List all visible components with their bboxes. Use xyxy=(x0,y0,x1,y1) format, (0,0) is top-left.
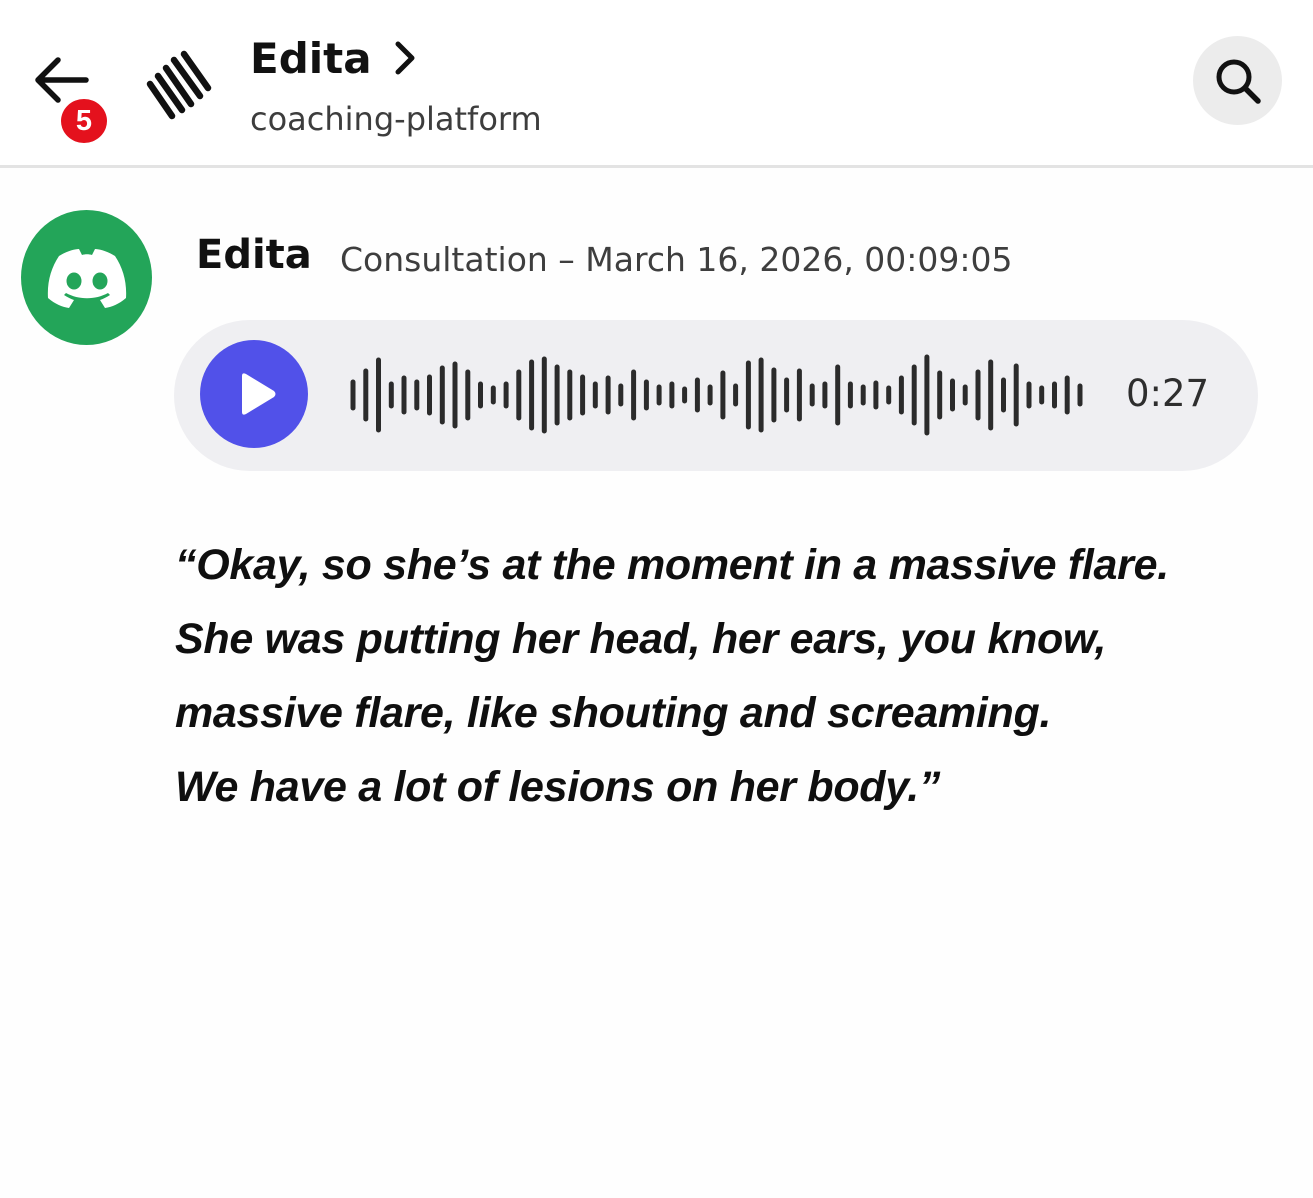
discord-logo-icon xyxy=(47,249,127,308)
message-timestamp: Consultation – March 16, 2026, 00:09:05 xyxy=(340,240,1013,279)
message-text-line: She was putting her head, her ears, you … xyxy=(175,615,1107,663)
message-author[interactable]: Edita xyxy=(196,232,312,278)
search-button[interactable] xyxy=(1193,36,1282,125)
message-text-line: “Okay, so she’s at the moment in a massi… xyxy=(175,541,1169,589)
avatar[interactable] xyxy=(21,210,152,345)
chevron-right-icon xyxy=(395,41,415,75)
chat-header: 5 Edita coaching-platform xyxy=(0,0,1313,168)
channel-logo-icon xyxy=(140,46,216,122)
conversation-title: Edita xyxy=(250,33,372,83)
voice-message: 0:27 xyxy=(174,320,1258,471)
message-text-line: We have a lot of lesions on her body.” xyxy=(175,763,941,811)
search-icon xyxy=(1216,59,1261,104)
message-text-line: massive flare, like shouting and screami… xyxy=(175,689,1052,737)
audio-waveform[interactable] xyxy=(349,350,1084,440)
play-icon xyxy=(242,373,276,415)
conversation-title-link[interactable]: Edita xyxy=(250,28,416,88)
unread-count-badge: 5 xyxy=(59,97,109,145)
voice-duration: 0:27 xyxy=(1126,372,1210,415)
conversation-subtitle: coaching-platform xyxy=(250,100,542,138)
play-button[interactable] xyxy=(200,340,308,448)
message-text: “Okay, so she’s at the moment in a massi… xyxy=(175,528,1275,824)
